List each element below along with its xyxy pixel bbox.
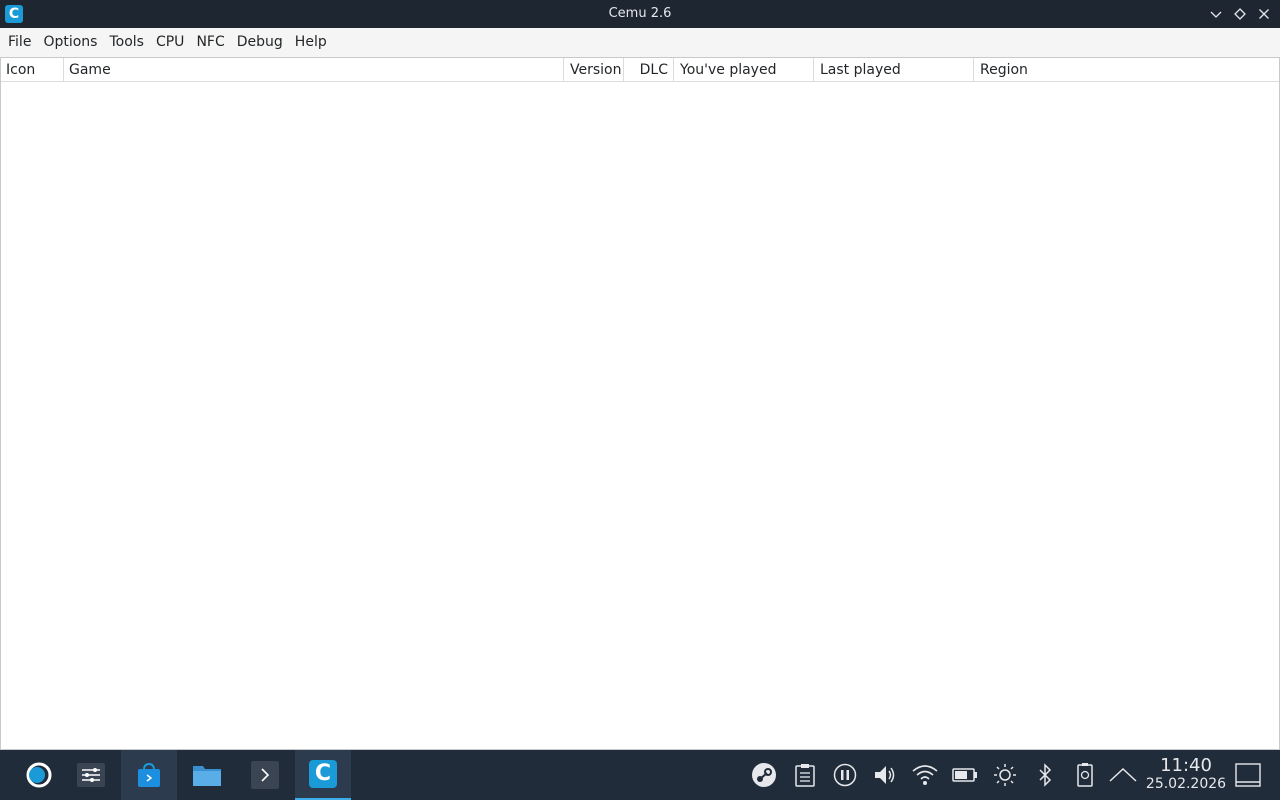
menu-nfc[interactable]: NFC bbox=[190, 28, 230, 57]
window-controls bbox=[1204, 0, 1276, 28]
close-icon bbox=[1259, 9, 1269, 19]
column-header-played[interactable]: You've played bbox=[674, 58, 814, 82]
bluetooth-icon bbox=[1039, 763, 1052, 787]
clock-time: 11:40 bbox=[1160, 755, 1212, 776]
steam-tray-button[interactable] bbox=[748, 750, 780, 800]
discover-store-icon bbox=[138, 762, 160, 787]
cemu-app-icon[interactable]: C bbox=[5, 5, 23, 23]
clock-date: 25.02.2026 bbox=[1145, 776, 1227, 792]
maximize-button[interactable] bbox=[1228, 2, 1252, 26]
column-header-version[interactable]: Version bbox=[564, 58, 624, 82]
volume-icon bbox=[875, 766, 895, 784]
bluetooth-tray-button[interactable] bbox=[1029, 750, 1061, 800]
menu-debug[interactable]: Debug bbox=[231, 28, 289, 57]
battery-icon bbox=[952, 768, 977, 782]
media-pause-icon bbox=[833, 763, 857, 787]
system-settings-button[interactable] bbox=[63, 750, 119, 800]
digital-clock[interactable]: 11:40 25.02.2026 bbox=[1144, 755, 1228, 793]
clipboard-icon bbox=[795, 764, 815, 787]
file-manager-button[interactable] bbox=[179, 750, 235, 800]
title-bar: C Cemu 2.6 bbox=[0, 0, 1280, 28]
column-header-icon[interactable]: Icon bbox=[1, 58, 64, 82]
column-header-dlc[interactable]: DLC bbox=[624, 58, 674, 82]
menu-options[interactable]: Options bbox=[37, 28, 103, 57]
terminal-button[interactable] bbox=[237, 750, 293, 800]
chevron-down-icon bbox=[1210, 11, 1222, 18]
close-button[interactable] bbox=[1252, 2, 1276, 26]
wifi-icon bbox=[912, 765, 938, 785]
window-title: Cemu 2.6 bbox=[608, 6, 672, 21]
show-desktop-button[interactable] bbox=[1234, 762, 1262, 788]
menu-cpu[interactable]: CPU bbox=[150, 28, 190, 57]
application-launcher-button[interactable] bbox=[11, 750, 67, 800]
diamond-icon bbox=[1234, 8, 1246, 20]
game-list[interactable]: Icon Game Version DLC You've played Last… bbox=[0, 57, 1280, 750]
cemu-icon: C bbox=[309, 760, 337, 788]
show-desktop-icon bbox=[1235, 763, 1261, 787]
menu-tools[interactable]: Tools bbox=[103, 28, 150, 57]
clipboard-tray-button[interactable] bbox=[789, 750, 821, 800]
volume-tray-button[interactable] bbox=[869, 750, 901, 800]
table-header: Icon Game Version DLC You've played Last… bbox=[1, 58, 1279, 82]
file-manager-icon bbox=[193, 766, 221, 786]
device-status-icon bbox=[1077, 763, 1093, 787]
menu-help[interactable]: Help bbox=[289, 28, 333, 57]
system-settings-icon bbox=[77, 763, 105, 787]
minimize-button[interactable] bbox=[1204, 2, 1228, 26]
taskbar: C 11:40 25.02.2026 bbox=[0, 750, 1280, 800]
menu-file[interactable]: File bbox=[2, 28, 37, 57]
wifi-tray-button[interactable] bbox=[909, 750, 941, 800]
brightness-tray-button[interactable] bbox=[989, 750, 1021, 800]
column-header-game[interactable]: Game bbox=[64, 58, 564, 82]
application-launcher-icon bbox=[26, 762, 52, 788]
terminal-icon bbox=[251, 761, 279, 789]
show-hidden-tray-button[interactable] bbox=[1107, 750, 1139, 800]
menu-bar: File Options Tools CPU NFC Debug Help bbox=[0, 28, 1280, 57]
column-header-region[interactable]: Region bbox=[974, 58, 1279, 82]
media-tray-button[interactable] bbox=[829, 750, 861, 800]
show-hidden-icon bbox=[1109, 767, 1137, 782]
discover-store-button[interactable] bbox=[121, 750, 177, 800]
steam-icon bbox=[752, 763, 776, 787]
column-header-last-played[interactable]: Last played bbox=[814, 58, 974, 82]
cemu-taskbar-button[interactable]: C bbox=[295, 750, 351, 800]
battery-tray-button[interactable] bbox=[949, 750, 981, 800]
device-status-tray-button[interactable] bbox=[1069, 750, 1101, 800]
brightness-icon bbox=[994, 764, 1016, 786]
